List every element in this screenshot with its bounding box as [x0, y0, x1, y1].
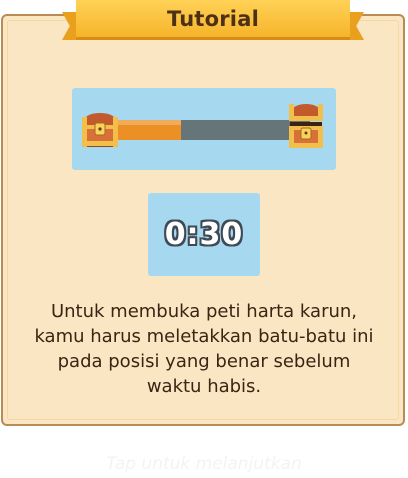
dialog-title: Tutorial: [167, 6, 259, 31]
description-line: waktu habis.: [146, 376, 262, 397]
closed-treasure-chest-icon: [82, 113, 118, 147]
tutorial-description: Untuk membuka peti harta karun, kamu har…: [18, 299, 390, 399]
progress-track: [102, 120, 310, 140]
description-line: kamu harus meletakkan batu-batu ini: [34, 326, 374, 347]
title-ribbon: Tutorial: [62, 0, 364, 50]
timer-panel: 0:30: [148, 193, 260, 276]
countdown-timer: 0:30: [164, 217, 244, 252]
progress-panel: [72, 88, 336, 170]
description-line: Untuk membuka peti harta karun,: [50, 301, 358, 322]
tap-to-continue-hint[interactable]: Tap untuk melanjutkan: [0, 454, 408, 474]
description-line: pada posisi yang benar sebelum: [57, 351, 351, 372]
ribbon-banner: Tutorial: [76, 0, 350, 40]
open-treasure-chest-icon: [289, 104, 323, 148]
